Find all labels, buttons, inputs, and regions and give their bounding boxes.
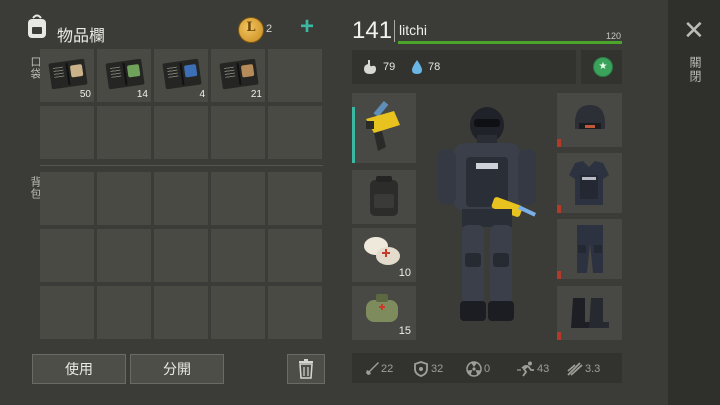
medkit-count: 15 — [398, 325, 411, 337]
durability-indicator — [557, 139, 561, 147]
backpack-item-icon — [370, 176, 398, 216]
bandage-count: 10 — [398, 267, 411, 279]
character-model — [438, 107, 537, 321]
player-level: 141 — [352, 17, 393, 44]
backpack-slot-cell[interactable] — [40, 172, 94, 225]
durability-indicator — [557, 205, 561, 213]
bandage-icon — [364, 237, 400, 265]
pocket-slot[interactable] — [97, 106, 151, 159]
backpack-slot-cell[interactable] — [154, 172, 208, 225]
close-icon[interactable]: ✕ — [683, 17, 705, 43]
pocket-slot[interactable] — [268, 49, 322, 102]
coin-count: 2 — [266, 23, 273, 35]
pocket-slot[interactable] — [211, 106, 265, 159]
item-count: 21 — [250, 89, 262, 100]
backpack-slot-cell[interactable] — [268, 229, 322, 282]
backpack-slot-cell[interactable] — [97, 172, 151, 225]
boots-slot[interactable] — [557, 286, 622, 340]
defense-icon — [414, 361, 428, 377]
backpack-slot-cell[interactable] — [97, 229, 151, 282]
backpack-slot-cell[interactable] — [97, 286, 151, 339]
pocket-slot[interactable]: 50 — [40, 49, 94, 102]
inventory-title: 物品欄 — [57, 28, 106, 45]
skill-book-icon — [105, 58, 145, 90]
durability-indicator — [557, 332, 561, 340]
pocket-slot[interactable] — [40, 106, 94, 159]
water-drop-icon — [412, 60, 422, 74]
skill-book-icon — [162, 58, 202, 90]
backpack-slot-cell[interactable] — [211, 172, 265, 225]
coin-icon: L — [238, 17, 264, 43]
backpack-slot-cell[interactable] — [268, 172, 322, 225]
trash-button[interactable] — [287, 354, 325, 384]
pocket-slot[interactable]: 14 — [97, 49, 151, 102]
medkit-icon — [366, 294, 398, 322]
pocket-slot[interactable]: 21 — [211, 49, 265, 102]
pants-icon — [577, 225, 603, 273]
attack-icon — [366, 362, 379, 375]
food-value: 79 — [383, 61, 396, 73]
item-count: 4 — [199, 89, 205, 100]
backpack-slot-cell[interactable] — [211, 286, 265, 339]
pocket-slot[interactable]: 4 — [154, 49, 208, 102]
helmet-slot[interactable] — [557, 93, 622, 147]
add-coins-button[interactable]: + — [300, 15, 314, 39]
backpack-slot[interactable] — [352, 170, 416, 224]
boots-icon — [571, 298, 609, 328]
attack-value: 22 — [381, 363, 394, 375]
weapon-slot[interactable] — [352, 93, 416, 163]
medkit-slot[interactable]: 15 — [352, 286, 416, 340]
backpack-slot-cell[interactable] — [40, 229, 94, 282]
stomach-icon — [364, 60, 376, 74]
taser-gun-icon — [366, 100, 400, 151]
use-button[interactable]: 使用 — [32, 354, 126, 384]
item-count: 50 — [79, 89, 91, 100]
bandage-slot[interactable]: 10 — [352, 228, 416, 282]
pants-slot[interactable] — [557, 219, 622, 279]
split-button[interactable]: 分開 — [130, 354, 224, 384]
section-divider — [40, 165, 323, 166]
armor-slot[interactable] — [557, 153, 622, 213]
level-separator — [394, 20, 395, 42]
trash-icon — [299, 359, 313, 379]
stealth-value: 3.3 — [585, 363, 601, 375]
stealth-icon — [567, 362, 583, 376]
item-count: 14 — [136, 89, 148, 100]
radiation-value: 0 — [484, 363, 491, 375]
skill-book-icon — [48, 58, 88, 90]
hp-bar-fill — [398, 41, 622, 44]
backpack-slot-cell[interactable] — [154, 229, 208, 282]
defense-value: 32 — [431, 363, 444, 375]
backpack-slot-cell[interactable] — [211, 229, 265, 282]
player-name: litchi — [399, 22, 428, 38]
helmet-icon — [575, 105, 605, 129]
body-armor-icon — [569, 161, 609, 205]
backpack-slot-cell[interactable] — [40, 286, 94, 339]
close-label[interactable]: 關閉 — [687, 56, 704, 84]
selected-indicator — [352, 107, 355, 163]
pocket-slot[interactable] — [268, 106, 322, 159]
skills-button[interactable]: ★ — [593, 57, 613, 77]
durability-indicator — [557, 271, 561, 279]
backpack-slot-cell[interactable] — [268, 286, 322, 339]
radiation-icon — [466, 361, 482, 377]
backpack-icon — [26, 13, 48, 39]
pocket-slot[interactable] — [154, 106, 208, 159]
speed-icon — [517, 361, 534, 377]
skill-book-icon — [219, 58, 259, 90]
speed-value: 43 — [537, 363, 550, 375]
water-value: 78 — [428, 61, 441, 73]
hp-value: 120 — [606, 31, 622, 41]
backpack-slot-cell[interactable] — [154, 286, 208, 339]
